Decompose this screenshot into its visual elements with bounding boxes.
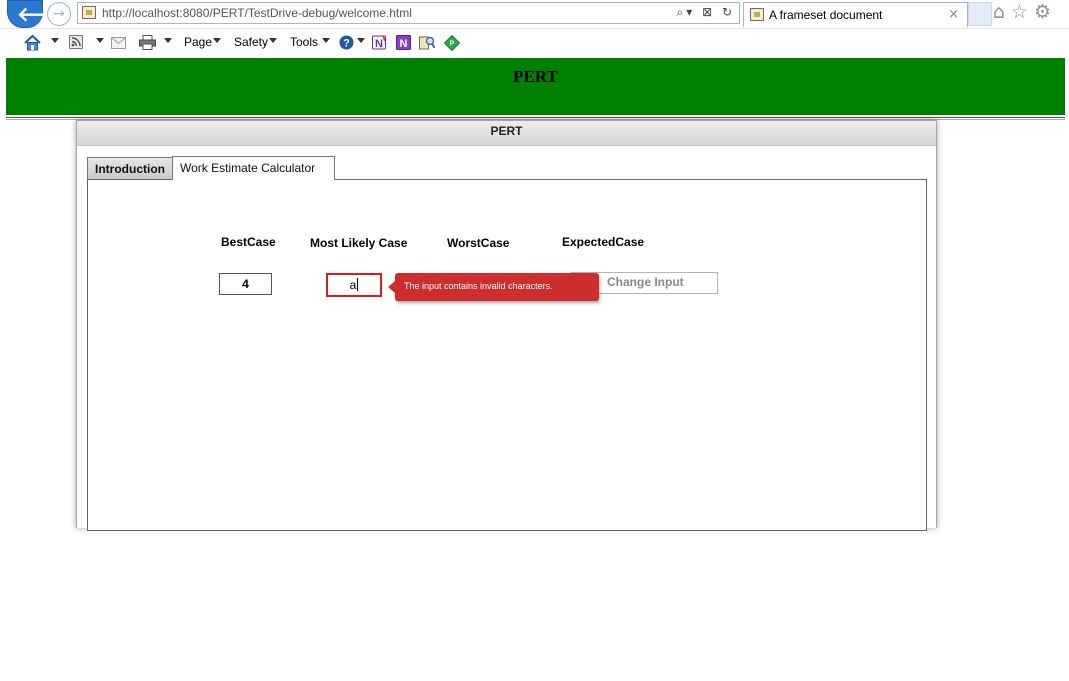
page-menu[interactable]: Page xyxy=(184,35,212,49)
onenote-icon[interactable]: N xyxy=(372,35,387,50)
svg-text:N: N xyxy=(400,38,408,50)
best-case-label: BestCase xyxy=(221,235,276,249)
help-icon[interactable]: ? xyxy=(339,35,354,50)
safety-dropdown-icon[interactable] xyxy=(269,38,277,43)
svg-text:N: N xyxy=(375,38,383,50)
onenote-linked-icon[interactable]: N xyxy=(396,35,411,50)
browser-chrome: 🡐 → http://localhost:8080/PERT/TestDrive… xyxy=(0,0,1069,58)
best-case-input[interactable]: 4 xyxy=(219,273,272,295)
safety-menu[interactable]: Safety xyxy=(234,35,268,49)
text-caret xyxy=(357,278,359,291)
svg-text:?: ? xyxy=(343,38,350,50)
tools-dropdown-icon[interactable] xyxy=(322,38,330,43)
page-favicon-icon xyxy=(82,6,96,19)
most-likely-case-input[interactable]: a xyxy=(326,273,382,297)
panel-title: PERT xyxy=(490,124,523,138)
home-icon[interactable] xyxy=(24,35,41,51)
tab-favicon-icon xyxy=(750,8,764,21)
add-on-icon[interactable]: P xyxy=(444,35,460,51)
page-title: PERT xyxy=(513,67,558,86)
tab-work-estimate-calculator[interactable]: Work Estimate Calculator xyxy=(172,156,335,180)
feeds-dropdown-icon[interactable] xyxy=(96,38,104,43)
most-likely-case-label: Most Likely Case xyxy=(310,236,408,250)
content-frame: PERT Introduction Work Estimate Calculat… xyxy=(6,120,1065,531)
browser-right-icons[interactable]: ⌂☆⚙ xyxy=(993,1,1057,23)
print-icon[interactable] xyxy=(139,35,156,50)
new-tab-button[interactable] xyxy=(968,2,992,26)
most-likely-value: a xyxy=(349,278,357,292)
forward-button[interactable]: → xyxy=(47,2,71,26)
url-text[interactable]: http://localhost:8080/PERT/TestDrive-deb… xyxy=(102,6,412,20)
calculator-tab-body: BestCase Most Likely Case WorstCase Expe… xyxy=(87,179,927,531)
read-mail-icon[interactable] xyxy=(111,37,126,49)
back-button[interactable]: 🡐 xyxy=(7,0,71,28)
print-dropdown-icon[interactable] xyxy=(164,38,172,43)
tab-close-icon[interactable]: × xyxy=(948,7,959,22)
address-bar[interactable]: http://localhost:8080/PERT/TestDrive-deb… xyxy=(77,2,740,24)
browser-tab-title: A frameset document xyxy=(769,8,883,22)
expected-case-label: ExpectedCase xyxy=(562,235,645,249)
validation-error-tooltip: The input contains invalid characters. xyxy=(388,273,599,301)
error-message: The input contains invalid characters. xyxy=(404,281,553,291)
forward-arrow-icon: → xyxy=(53,6,65,22)
browser-tab-active[interactable]: A frameset document × xyxy=(743,2,968,27)
pert-header-frame: PERT xyxy=(6,58,1065,115)
command-bar: Page Safety Tools ? N N P xyxy=(0,28,1069,58)
tab-introduction[interactable]: Introduction xyxy=(87,157,173,180)
research-icon[interactable] xyxy=(419,35,435,50)
home-dropdown-icon[interactable] xyxy=(51,38,59,43)
pert-panel: PERT Introduction Work Estimate Calculat… xyxy=(76,120,937,531)
help-dropdown-icon[interactable] xyxy=(357,38,365,43)
page-dropdown-icon[interactable] xyxy=(213,38,221,43)
worst-case-label: WorstCase xyxy=(447,236,510,250)
panel-title-bar: PERT xyxy=(77,121,936,146)
svg-text:P: P xyxy=(450,41,455,48)
tools-menu[interactable]: Tools xyxy=(290,35,318,49)
address-bar-icons[interactable]: ⌕▾ ⊠ ↻ xyxy=(677,5,735,20)
feeds-icon[interactable] xyxy=(69,35,83,49)
